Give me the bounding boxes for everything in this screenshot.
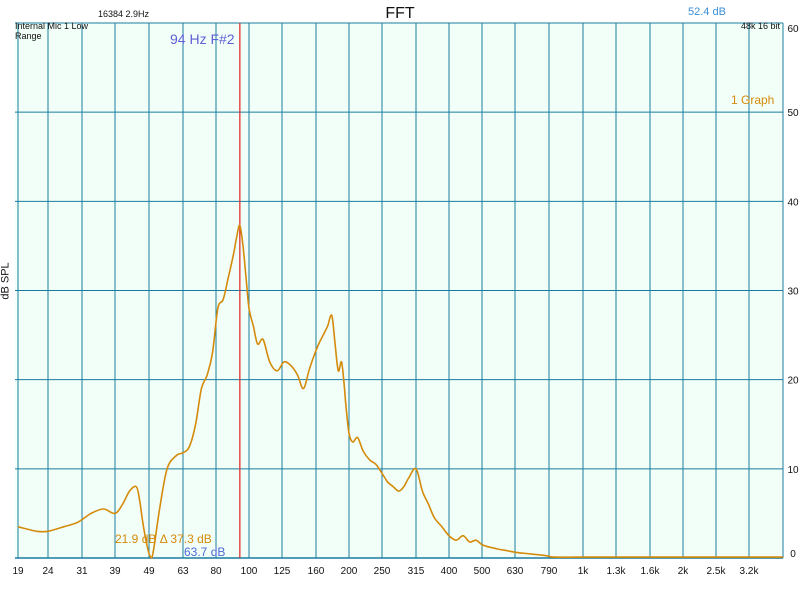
y-tick-label: 60: [787, 24, 799, 35]
y-tick-label: 10: [787, 465, 799, 476]
x-tick-label: 1.6k: [641, 566, 661, 577]
x-tick-label: 500: [474, 566, 491, 577]
x-tick-label: 200: [341, 566, 358, 577]
x-tick-label: 1k: [578, 566, 590, 577]
level-readout: 52.4 dB: [688, 6, 726, 18]
x-tick-label: 80: [210, 566, 222, 577]
y-tick-label: 50: [787, 108, 799, 119]
y-tick-label: 0: [790, 549, 796, 560]
x-tick-label: 2.5k: [707, 566, 727, 577]
input-range-label[interactable]: Range: [15, 31, 42, 41]
cursor-frequency-label: 94 Hz F#2: [170, 31, 235, 47]
y-tick-label: 20: [787, 376, 799, 387]
y-axis-label: dB SPL: [0, 262, 12, 300]
input-source-label[interactable]: Internal Mic 1 Low: [15, 21, 88, 31]
x-tick-label: 31: [76, 566, 88, 577]
x-tick-label: 1.3k: [607, 566, 627, 577]
peak-level-readout: 63.7 dB: [184, 545, 226, 559]
x-tick-label: 250: [374, 566, 391, 577]
x-tick-label: 3.2k: [740, 566, 760, 577]
sample-format-label[interactable]: 48k 16 bit: [741, 21, 780, 31]
x-tick-label: 400: [441, 566, 458, 577]
x-tick-label: 125: [274, 566, 291, 577]
y-tick-label: 40: [787, 197, 799, 208]
x-tick-label: 2k: [678, 566, 690, 577]
x-tick-label: 630: [507, 566, 524, 577]
x-tick-label: 19: [12, 566, 24, 577]
x-tick-label: 39: [109, 566, 121, 577]
x-tick-label: 24: [42, 566, 54, 577]
x-tick-label: 49: [143, 566, 155, 577]
fft-size-label[interactable]: 16384 2.9Hz: [98, 9, 149, 19]
x-tick-label: 790: [541, 566, 558, 577]
y-tick-label: 30: [787, 287, 799, 298]
graph-count-button[interactable]: 1 Graph: [731, 93, 774, 107]
fft-screen: 19 24 31 39 49 63 80 100 125 160 200 250 315 400 500 63…: [0, 0, 800, 600]
x-tick-label: 100: [241, 566, 258, 577]
x-tick-label: 160: [308, 566, 325, 577]
cursor-level-readout: 21.9 dB Δ 37.3 dB: [115, 532, 212, 546]
x-tick-label: 63: [177, 566, 189, 577]
fft-chart[interactable]: 19 24 31 39 49 63 80 100 125 160 200 250 315 400 500 63…: [0, 0, 800, 600]
x-tick-label: 315: [408, 566, 425, 577]
